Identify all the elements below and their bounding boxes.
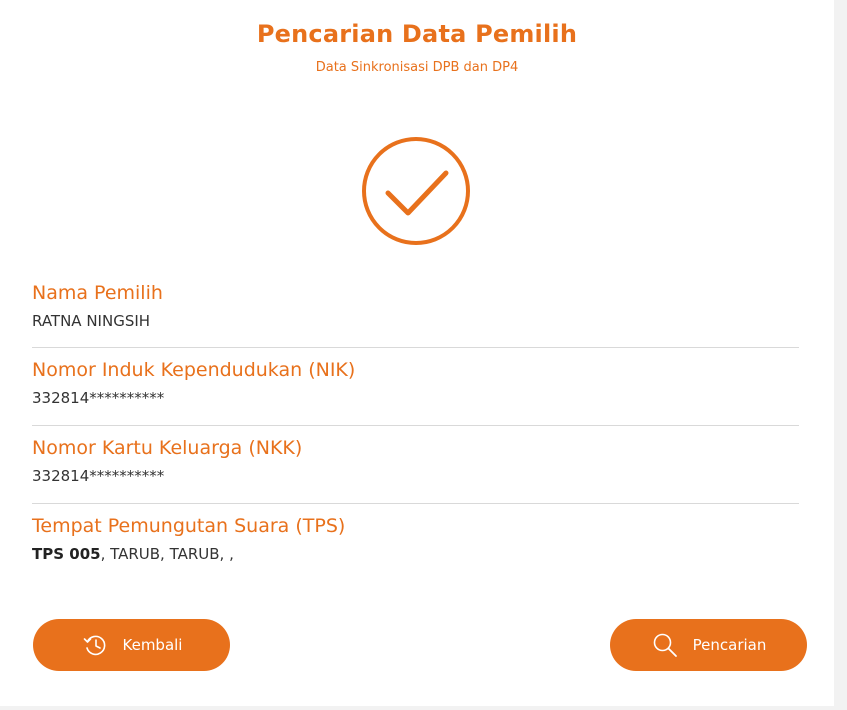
search-icon [651, 631, 679, 659]
field-tps: Tempat Pemungutan Suara (TPS) TPS 005, T… [32, 514, 799, 564]
history-icon [81, 631, 109, 659]
check-circle-icon [361, 136, 471, 246]
divider [32, 347, 799, 348]
field-value-nkk: 332814********** [32, 467, 165, 485]
divider [32, 503, 799, 504]
field-value-nik: 332814********** [32, 389, 165, 407]
page-subtitle: Data Sinkronisasi DPB dan DP4 [315, 60, 519, 75]
search-button-label: Pencarian [692, 636, 767, 654]
search-button[interactable]: Pencarian [610, 619, 807, 671]
field-label-tps: Tempat Pemungutan Suara (TPS) [32, 515, 346, 537]
field-label-nkk: Nomor Kartu Keluarga (NKK) [32, 437, 303, 459]
back-button[interactable]: Kembali [33, 619, 230, 671]
field-nkk: Nomor Kartu Keluarga (NKK) 332814*******… [32, 436, 799, 486]
field-nik: Nomor Induk Kependudukan (NIK) 332814***… [32, 358, 799, 408]
tps-code: TPS 005 [32, 545, 101, 563]
page-title: Pencarian Data Pemilih [256, 20, 578, 48]
field-value-tps: TPS 005, TARUB, TARUB, , [32, 544, 799, 564]
field-voter-name: Nama Pemilih RATNA NINGSIH [32, 281, 799, 331]
field-label-voter-name: Nama Pemilih [32, 282, 163, 304]
divider [32, 425, 799, 426]
tps-location: , TARUB, TARUB, , [100, 545, 234, 563]
field-value-voter-name: RATNA NINGSIH [32, 312, 151, 330]
back-button-label: Kembali [122, 636, 183, 654]
field-label-nik: Nomor Induk Kependudukan (NIK) [32, 359, 356, 381]
result-card: Pencarian Data Pemilih Data Sinkronisasi… [0, 0, 834, 706]
